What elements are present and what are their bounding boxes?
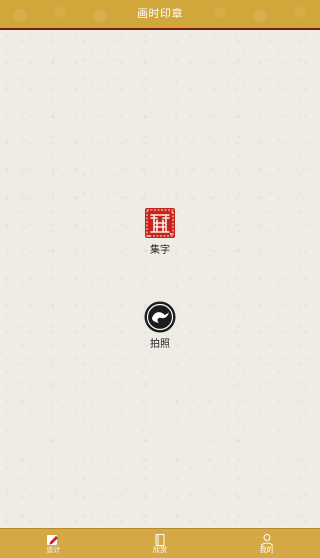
tab-design[interactable]: 设计: [0, 529, 107, 558]
page-title: 画时印章: [137, 7, 183, 20]
tab-mine-label: 我的: [259, 546, 274, 554]
tab-appreciate-label: 欣赏: [153, 546, 167, 554]
book-icon: [153, 532, 167, 546]
camera-icon: [143, 300, 177, 334]
seal-stamp-icon: [143, 206, 177, 240]
bottom-tab-bar: 设计 欣赏 我的: [0, 528, 320, 558]
title-bar: 画时印章: [0, 0, 320, 30]
tab-mine[interactable]: 我的: [213, 529, 320, 558]
tab-appreciate[interactable]: 欣赏: [107, 529, 214, 558]
take-photo-button[interactable]: 拍照: [130, 300, 190, 350]
take-photo-label: 拍照: [150, 339, 170, 350]
collect-characters-button[interactable]: 集字: [130, 206, 190, 256]
paper-background: [0, 30, 320, 528]
pencil-edit-icon: [46, 532, 60, 546]
tab-design-label: 设计: [46, 546, 61, 554]
collect-characters-label: 集字: [150, 245, 170, 256]
user-icon: [260, 532, 274, 547]
